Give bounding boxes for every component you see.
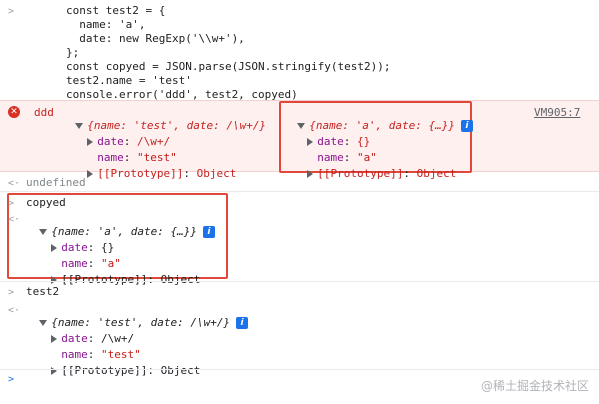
code-line-1: const test2 = { (66, 4, 166, 17)
error-obj1-prop-prototype[interactable]: [[Prototype]]: Object (74, 154, 236, 180)
copyed-prop-prototype[interactable]: [[Prototype]]: Object (38, 260, 200, 286)
separator (0, 281, 599, 282)
separator (0, 369, 599, 370)
code-line-5: const copyed = JSON.parse(JSON.stringify… (66, 60, 391, 73)
test2-prop-prototype[interactable]: [[Prototype]]: Object (38, 351, 200, 377)
collapse-arrow-icon[interactable] (87, 170, 94, 178)
source-link[interactable]: VM905:7 (534, 106, 580, 119)
separator (0, 191, 599, 192)
copyed-input: copyed (26, 196, 66, 209)
input-prompt-chevron: > (8, 6, 15, 17)
code-line-3: date: new RegExp('\\w+'), (66, 32, 245, 45)
undefined-result: undefined (26, 176, 86, 189)
info-icon[interactable]: i (460, 120, 473, 132)
code-line-4: }; (66, 46, 80, 59)
collapse-arrow-icon[interactable] (51, 276, 58, 284)
info-icon[interactable]: i (236, 317, 249, 329)
error-icon: ✕ (8, 106, 20, 118)
result-chevron-icon: <· (8, 305, 21, 316)
result-chevron-icon: <· (8, 178, 21, 189)
input-prompt-chevron: > (8, 198, 15, 209)
error-label: ddd (34, 106, 54, 119)
code-line-2: name: 'a', (66, 18, 146, 31)
code-line-6: test2.name = 'test' (66, 74, 192, 87)
info-icon[interactable]: i (202, 226, 215, 238)
error-obj2-prop-prototype[interactable]: [[Prototype]]: Object (294, 154, 456, 180)
watermark: @稀土掘金技术社区 (480, 379, 589, 393)
result-chevron-icon: <· (8, 214, 21, 225)
console-input-prompt[interactable]: > (8, 374, 14, 385)
test2-input: test2 (26, 285, 60, 298)
collapse-arrow-icon[interactable] (307, 170, 314, 178)
input-prompt-chevron: > (8, 287, 15, 298)
